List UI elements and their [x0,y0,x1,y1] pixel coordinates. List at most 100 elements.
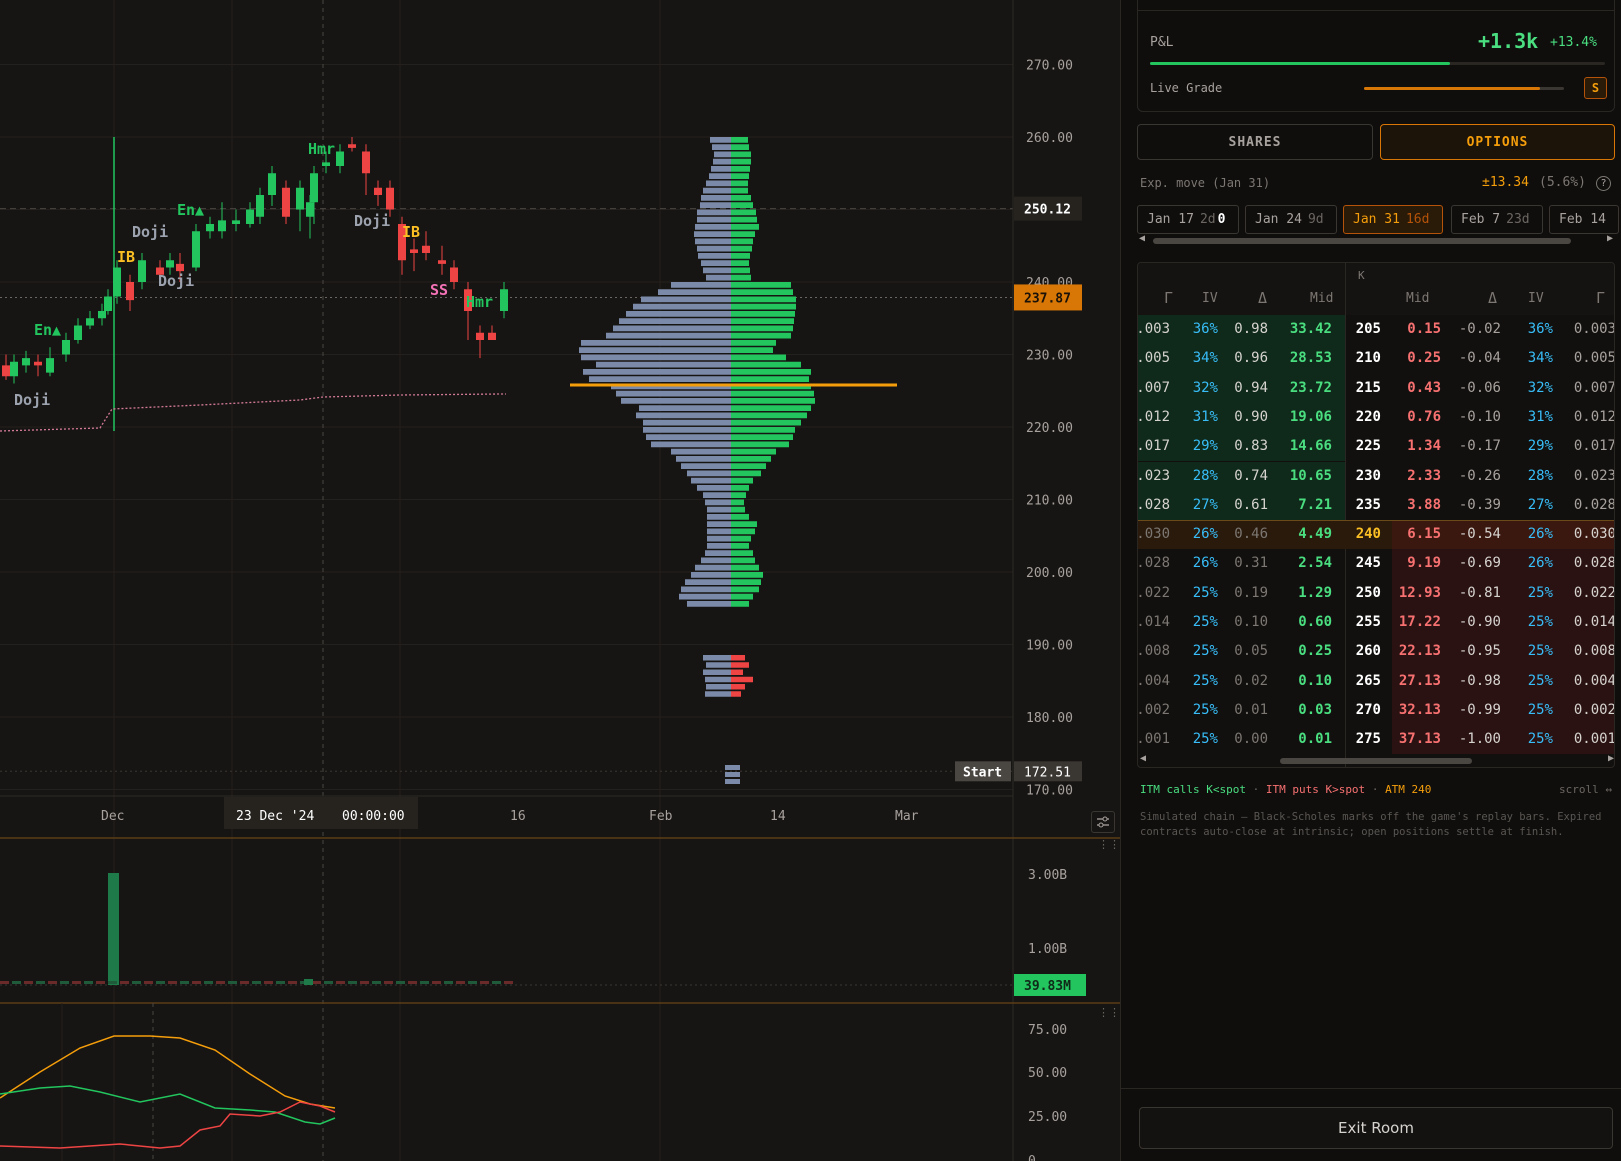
chart-area[interactable]: Doji En▲ IB Doji Doji En▲ Hmr Doji IB SS Hmr 270.0… [0,0,1120,1161]
exit-room-button[interactable]: Exit Room [1139,1107,1613,1149]
cell-cm[interactable]: 0.60 [1298,608,1332,638]
chain-row[interactable]: .007 32% 0.94 23.72 215 0.43 -0.06 32% 0.007 [1138,373,1614,404]
tab-shares[interactable]: SHARES [1137,124,1373,160]
cell-cm[interactable]: 28.53 [1290,344,1332,374]
chain-row[interactable]: .022 25% 0.19 1.29 250 12.93 -0.81 25% 0.022 [1138,578,1614,609]
tab-options[interactable]: OPTIONS [1380,124,1615,160]
cell-pm[interactable]: 0.15 [1407,315,1441,345]
cell-cm[interactable]: 0.03 [1298,696,1332,726]
cell-pm[interactable]: 22.13 [1399,637,1441,667]
expiry-tab-feb-7[interactable]: Feb 7 23d [1451,205,1543,234]
cell-cm[interactable]: 10.65 [1290,462,1332,492]
profile-bar-left [589,376,731,382]
profile-bar-right [731,463,766,469]
cell-pm[interactable]: 2.33 [1407,462,1441,492]
chart-settings-icon[interactable] [1091,811,1115,833]
cell-piv: 36% [1527,321,1553,337]
profile-bar-left [700,202,731,208]
candle-body [306,202,314,217]
cell-pm[interactable]: 12.93 [1399,579,1441,609]
put-iv-header: IV [1528,291,1544,306]
profile-bar-left [691,477,731,484]
cell-pd: -0.54 [1458,526,1501,543]
scroll-thumb[interactable] [1280,758,1472,764]
cell-pm[interactable]: 6.15 [1407,520,1441,550]
chain-row[interactable]: .012 31% 0.90 19.06 220 0.76 -0.10 31% 0.012 [1138,402,1614,433]
cell-pg: 0.028 [1573,555,1615,572]
cell-pm[interactable]: 17.22 [1399,608,1441,638]
cell-pm[interactable]: 1.34 [1407,432,1441,462]
pane-drag-handle-icon[interactable]: ⋮⋮ [1098,839,1120,850]
cell-cm[interactable]: 0.25 [1298,637,1332,667]
chain-row[interactable]: .003 36% 0.98 33.42 205 0.15 -0.02 36% 0.003 [1138,315,1614,345]
options-chain-table[interactable]: K Γ IV Δ Mid Mid Δ IV Γ .003 36% 0.98 33.42… [1137,262,1615,768]
pnl-value: +1.3k [1478,29,1539,53]
cell-cm[interactable]: 14.66 [1290,432,1332,462]
chain-row-atm[interactable]: .030 26% 0.46 4.49 240 6.15 -0.54 26% 0.030 [1138,520,1614,550]
chain-row[interactable]: .008 25% 0.05 0.25 260 22.13 -0.95 25% 0.008 [1138,637,1614,667]
pnl-percent: +13.4% [1550,35,1597,50]
pattern-label: En▲ [177,201,204,219]
help-icon[interactable]: ? [1596,176,1611,191]
chain-scrollbar[interactable]: ◀ ▶ [1138,753,1614,765]
chain-row[interactable]: .002 25% 0.01 0.03 270 32.13 -0.99 25% 0.002 [1138,695,1614,726]
scroll-thumb[interactable] [1153,238,1571,244]
scroll-right-icon[interactable]: ▶ [1608,753,1614,764]
cell-k: 265 [1355,672,1381,689]
expiry-tab-jan-24[interactable]: Jan 24 9d [1245,205,1337,234]
profile-bar-left [703,669,731,675]
cell-cm[interactable]: 0.10 [1298,667,1332,697]
profile-bar-right [731,137,748,143]
cell-pm[interactable]: 3.88 [1407,491,1441,521]
cell-cm[interactable]: 7.21 [1298,491,1332,521]
expiry-tab-jan-31[interactable]: Jan 31 16d [1343,205,1443,234]
cell-pm[interactable]: 32.13 [1399,696,1441,726]
cell-cm[interactable]: 33.42 [1290,315,1332,345]
profile-bar-right [731,662,749,668]
cell-cg: .005 [1137,350,1170,367]
cell-cm[interactable]: 19.06 [1290,403,1332,433]
scroll-right-icon[interactable]: ▶ [1607,233,1613,244]
expiry-tab-jan-17[interactable]: Jan 17 2d 0 [1137,205,1239,234]
cell-cm[interactable]: 4.49 [1298,520,1332,550]
profile-bar-left [701,195,731,201]
cell-pd: -0.06 [1458,379,1501,396]
pane-drag-handle-icon[interactable]: ⋮⋮ [1098,1007,1120,1018]
cell-pm[interactable]: 37.13 [1399,725,1441,755]
chain-row[interactable]: .017 29% 0.83 14.66 225 1.34 -0.17 29% 0.017 [1138,432,1614,462]
time-tick-label: Feb [649,809,673,824]
profile-bar-right [731,669,743,675]
volume-bar [444,981,453,984]
cell-pm[interactable]: 9.19 [1407,549,1441,579]
expiry-scrollbar[interactable]: ◀ ▶ [1137,233,1615,246]
cell-civ: 25% [1192,614,1218,630]
cell-cm[interactable]: 23.72 [1290,374,1332,404]
scroll-left-icon[interactable]: ◀ [1139,233,1145,244]
cell-pm[interactable]: 0.43 [1407,374,1441,404]
price-chart-svg[interactable]: Doji En▲ IB Doji Doji En▲ Hmr Doji IB SS Hmr 270.0… [0,0,1120,1161]
cell-pd: -0.95 [1458,643,1501,660]
profile-bar-left [658,289,731,295]
chain-row[interactable]: .028 26% 0.31 2.54 245 9.19 -0.69 26% 0.028 [1138,549,1615,579]
volume-bar [360,981,369,984]
profile-bar-left [711,166,731,172]
cell-cm[interactable]: 0.01 [1298,725,1332,755]
cell-cm[interactable]: 2.54 [1298,549,1332,579]
profile-bar-right [731,499,744,506]
profile-bar-left [710,137,731,143]
cell-pd: -0.04 [1458,350,1501,367]
expiry-tab-feb-14[interactable]: Feb 14 [1549,205,1619,234]
cell-cm[interactable]: 1.29 [1298,579,1332,609]
chain-row[interactable]: .014 25% 0.10 0.60 255 17.22 -0.90 25% 0.014 [1138,608,1614,638]
cell-pm[interactable]: 27.13 [1399,667,1441,697]
profile-bar-left [694,231,731,237]
scroll-left-icon[interactable]: ◀ [1140,753,1146,764]
chain-row[interactable]: .005 34% 0.96 28.53 210 0.25 -0.04 34% 0.005 [1137,344,1614,374]
chain-row[interactable]: .004 25% 0.02 0.10 265 27.13 -0.98 25% 0.004 [1138,666,1614,697]
chain-row[interactable]: .001 25% 0.00 0.01 275 37.13 -1.00 25% 0.001 [1138,725,1614,755]
cell-pm[interactable]: 0.25 [1407,344,1441,374]
profile-bar-left [671,282,731,288]
chain-row[interactable]: .028 27% 0.61 7.21 235 3.88 -0.39 27% 0.028 [1138,490,1614,521]
cell-pm[interactable]: 0.76 [1407,403,1441,433]
chain-row[interactable]: .023 28% 0.74 10.65 230 2.33 -0.26 28% 0.023 [1138,461,1614,492]
